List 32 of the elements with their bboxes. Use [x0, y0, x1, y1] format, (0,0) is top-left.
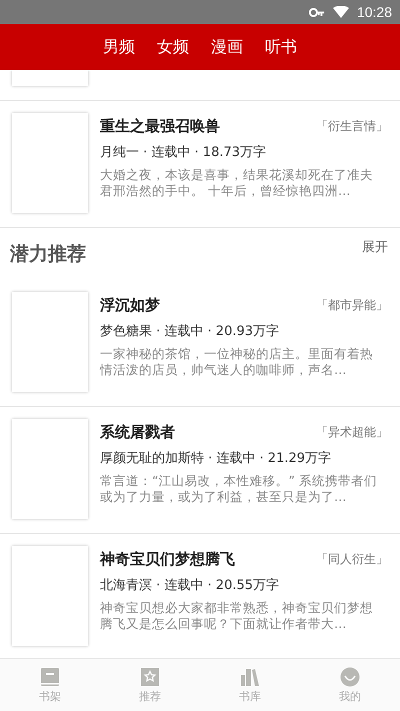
- genre-tag: 「同人衍生」: [316, 551, 388, 568]
- book-description: 大婚之夜，本该是喜事，结果花溪却死在了准夫君邢浩然的手中。 十年后，曾经惊艳四洲…: [100, 167, 374, 199]
- book-title[interactable]: 重生之最强召唤兽: [100, 117, 220, 136]
- book-meta: 北海青溟 · 连载中 · 20.55万字: [100, 577, 280, 594]
- category-tab[interactable]: 听书: [265, 32, 297, 62]
- book-title[interactable]: 系统屠戮者: [100, 423, 175, 442]
- genre-tag: 「异术超能」: [316, 424, 388, 441]
- book-description: 神奇宝贝想必大家都非常熟悉，神奇宝贝们梦想腾飞又是怎么回事呢？下面就让作者带大…: [100, 600, 374, 632]
- book-cover[interactable]: [12, 419, 88, 519]
- genre-tag: 「衍生言情」: [316, 118, 388, 135]
- genre-tag: 「都市异能」: [316, 297, 388, 314]
- book-cover[interactable]: [12, 546, 88, 646]
- book-description: 一家神秘的茶馆，一位神秘的店主。里面有着热情活泼的店员，帅气迷人的咖啡师，声名…: [100, 346, 374, 378]
- book-title[interactable]: 神奇宝贝们梦想腾飞: [100, 550, 235, 569]
- key-icon: [308, 8, 325, 16]
- book-meta: 月纯一 · 连载中 · 18.73万字: [100, 144, 268, 161]
- category-tab[interactable]: 女频: [157, 32, 189, 62]
- book-meta: 梦色糖果 · 连载中 · 20.93万字: [100, 323, 280, 340]
- section-title: 潜力推荐: [10, 242, 86, 267]
- wifi-icon: [332, 6, 349, 18]
- status-time: 10:28: [356, 4, 392, 20]
- book-icon: [40, 666, 60, 686]
- category-tab[interactable]: 男频: [103, 32, 135, 62]
- book-title[interactable]: 浮沉如梦: [100, 296, 160, 315]
- book-description: 常言道：“江山易改，本性难移。” 系统携带者们或为了力量，或为了利益，甚至只是为了…: [100, 473, 378, 505]
- category-tab[interactable]: 漫画: [211, 32, 243, 62]
- book-meta: 厚颜无耻的加斯特 · 连载中 · 21.29万字: [100, 450, 332, 467]
- book-cover[interactable]: [12, 113, 88, 213]
- smiley-icon: [340, 666, 360, 686]
- books-icon: [240, 666, 260, 686]
- expand-link[interactable]: 展开: [362, 238, 388, 256]
- book-cover[interactable]: [12, 292, 88, 392]
